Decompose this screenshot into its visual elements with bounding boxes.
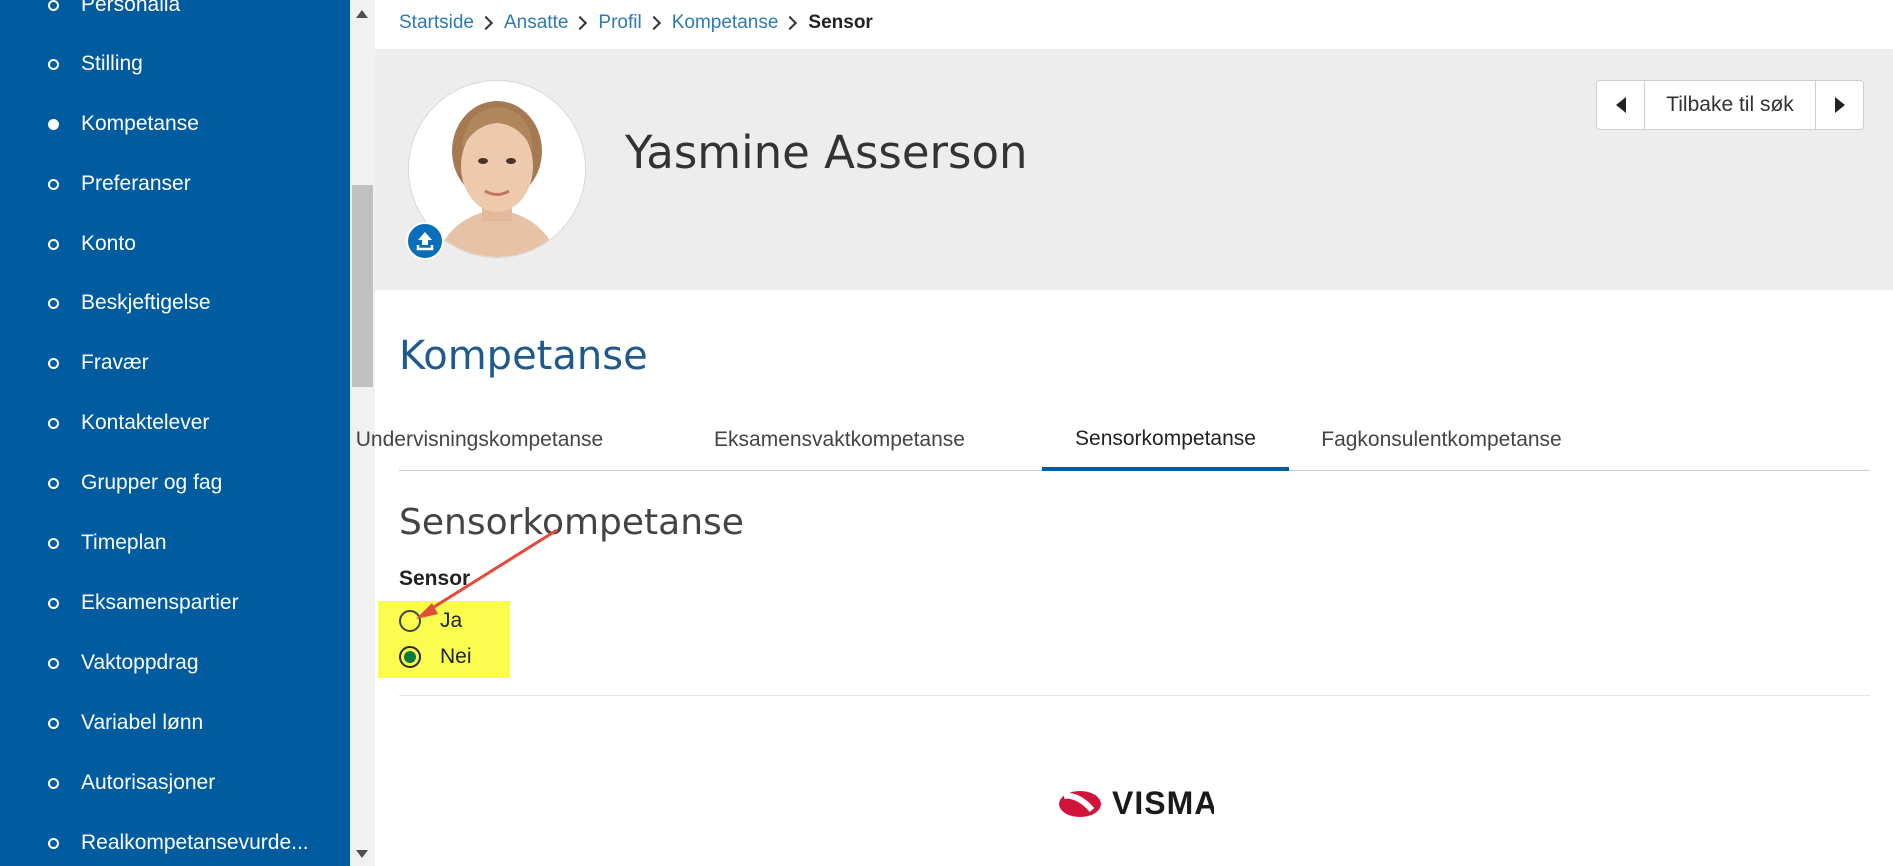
sidebar-item-marker [48,0,59,11]
profile-name: Yasmine Asserson [625,126,1028,179]
radio-option-ja[interactable]: Ja [399,606,462,636]
sidebar-item-label: Konto [81,232,136,255]
radio-label-nei: Nei [440,645,472,668]
scrollbar-thumb[interactable] [352,185,373,387]
sidebar-item-marker [48,777,59,789]
sidebar-item-marker [48,597,59,609]
sidebar-item-marker [48,717,59,729]
sidebar-item-variabel-lonn[interactable]: Variabel lønn [0,703,350,743]
upload-photo-icon[interactable] [406,222,444,260]
sidebar-item-label: Kontaktelever [81,411,210,434]
sidebar-item-label: Vaktoppdrag [81,651,199,674]
radio-label-ja: Ja [440,609,463,632]
sidebar-item-label: Kompetanse [81,112,199,135]
sidebar-item-personalia[interactable]: Personalia [0,0,350,25]
sidebar-item-preferanser[interactable]: Preferanser [0,164,350,204]
scroll-down-arrow-icon[interactable] [356,850,368,858]
content-divider [399,695,1870,696]
sidebar-item-marker [48,417,59,429]
back-to-search-button[interactable]: Tilbake til søk [1645,81,1815,129]
sidebar-item-label: Timeplan [81,531,167,554]
caret-right-icon [1834,97,1845,113]
sidebar-item-label: Eksamenspartier [81,591,239,614]
chevron-right-icon [783,15,798,31]
breadcrumb: Startside Ansatte Profil Kompetanse Sens… [399,10,873,36]
sidebar-item-eksamenspartier[interactable]: Eksamenspartier [0,583,350,623]
sidebar-item-grupper-og-fag[interactable]: Grupper og fag [0,463,350,503]
sidebar-item-vaktoppdrag[interactable]: Vaktoppdrag [0,643,350,683]
sidebar-item-label: Stilling [81,52,143,75]
previous-record-button[interactable] [1597,81,1645,129]
visma-logo: VISMA [1058,784,1217,821]
sidebar-item-marker [48,477,59,489]
chevron-right-icon [478,15,494,31]
sidebar-item-marker [48,178,59,190]
breadcrumb-link-kompetanse[interactable]: Kompetanse [672,12,779,34]
sidebar-item-label: Preferanser [81,172,191,195]
sidebar-item-stilling[interactable]: Stilling [0,44,350,84]
sidebar-item-label: Grupper og fag [81,471,223,494]
radio-button-nei[interactable] [399,646,421,668]
chevron-right-icon [646,15,661,31]
sidebar-item-kontaktelever[interactable]: Kontaktelever [0,403,350,443]
scroll-up-arrow-icon[interactable] [356,10,368,18]
sidebar-item-marker [48,238,59,250]
breadcrumb-current: Sensor [808,12,873,33]
tab-eksamensvaktkompetanse[interactable]: Eksamensvaktkompetanse [714,410,965,470]
sidebar-item-autorisasjoner[interactable]: Autorisasjoner [0,763,350,803]
sidebar-item-marker-active [48,118,59,130]
section-title: Kompetanse [399,333,648,379]
radio-button-ja[interactable] [399,610,421,632]
sidebar-item-marker [48,837,59,849]
tab-fagkonsulentkompetanse[interactable]: Fagkonsulentkompetanse [1312,410,1571,470]
sidebar-item-label: Beskjeftigelse [81,291,211,314]
chevron-right-icon [573,15,588,31]
record-navigation: Tilbake til søk [1596,80,1864,130]
sidebar-item-kompetanse[interactable]: Kompetanse [0,104,350,144]
competence-tabs: Undervisningskompetanse Eksamensvaktkomp… [356,410,1870,471]
sidebar-item-konto[interactable]: Konto [0,224,350,264]
caret-left-icon [1615,97,1626,113]
sidebar-item-label: Variabel lønn [81,711,204,734]
sidebar-nav: Personalia Stilling Kompetanse Preferans… [0,0,350,866]
sidebar-item-label: Autorisasjoner [81,771,216,794]
sidebar-item-beskjeftigelse[interactable]: Beskjeftigelse [0,283,350,323]
sidebar-item-label: Realkompetansevurde... [81,831,309,854]
tab-sensorkompetanse[interactable]: Sensorkompetanse [1042,410,1289,471]
sidebar-item-marker [48,297,59,309]
sidebar-item-label: Fravær [81,351,149,374]
breadcrumb-link-startside[interactable]: Startside [399,12,474,34]
sidebar-item-marker [48,357,59,369]
sidebar-item-timeplan[interactable]: Timeplan [0,523,350,563]
sensor-field-label: Sensor [399,567,471,590]
sidebar-item-marker [48,58,59,70]
breadcrumb-link-profil[interactable]: Profil [598,12,641,34]
sidebar-item-fravaer[interactable]: Fravær [0,343,350,383]
visma-logo-text: VISMA [1112,785,1214,820]
sidebar-item-realkompetansevurdering[interactable]: Realkompetansevurde... [0,823,350,863]
subsection-title: Sensorkompetanse [399,502,744,543]
visma-logo-icon: VISMA [1059,785,1217,821]
next-record-button[interactable] [1815,81,1863,129]
upload-arrow-icon [416,232,434,251]
sidebar-item-marker [48,657,59,669]
tab-undervisningskompetanse[interactable]: Undervisningskompetanse [356,410,603,470]
sidebar-item-marker [48,537,59,549]
radio-option-nei[interactable]: Nei [399,642,472,672]
breadcrumb-link-ansatte[interactable]: Ansatte [504,12,568,34]
sidebar-item-label: Personalia [81,0,181,16]
